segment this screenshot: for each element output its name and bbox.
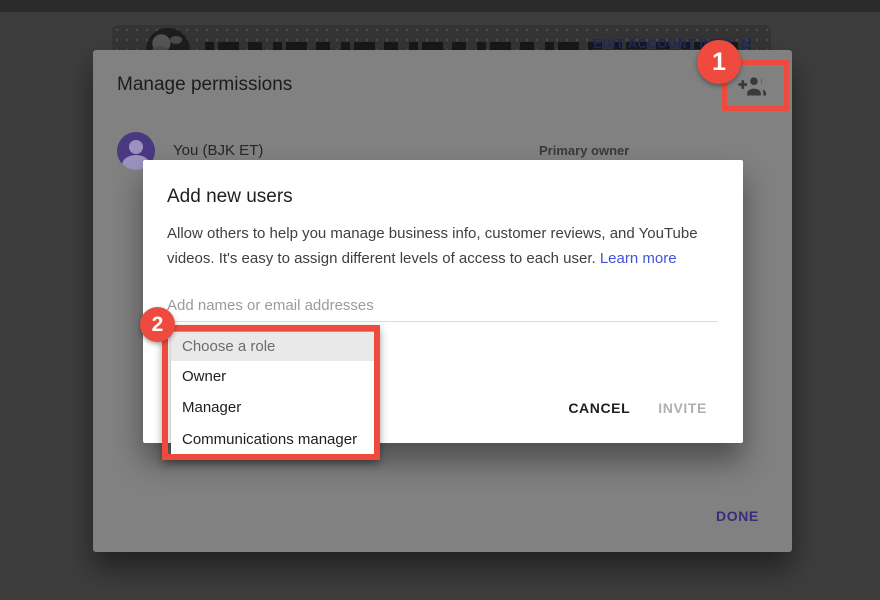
annotation-step-2-badge: 2 — [140, 307, 175, 342]
cancel-button[interactable]: CANCEL — [568, 400, 630, 416]
modal-title: Add new users — [167, 186, 293, 208]
learn-more-link[interactable]: Learn more — [600, 250, 677, 267]
invite-button[interactable]: INVITE — [658, 400, 707, 416]
modal-actions: CANCEL INVITE — [568, 400, 707, 416]
dialog-title: Manage permissions — [117, 74, 292, 96]
owner-name: You (BJK ET) — [173, 142, 263, 159]
external-link-icon — [739, 37, 753, 51]
browser-top-strip — [0, 0, 880, 12]
add-names-input[interactable] — [167, 290, 718, 322]
annotation-step-1-badge: 1 — [697, 40, 741, 84]
modal-description: Allow others to help you manage business… — [167, 221, 719, 271]
owner-role-label: Primary owner — [539, 143, 629, 158]
screen: EDIT ACCOUNT INFO Manage permissions — [0, 0, 880, 600]
annotation-box-role-dropdown — [162, 325, 380, 460]
done-button[interactable]: DONE — [716, 508, 759, 524]
